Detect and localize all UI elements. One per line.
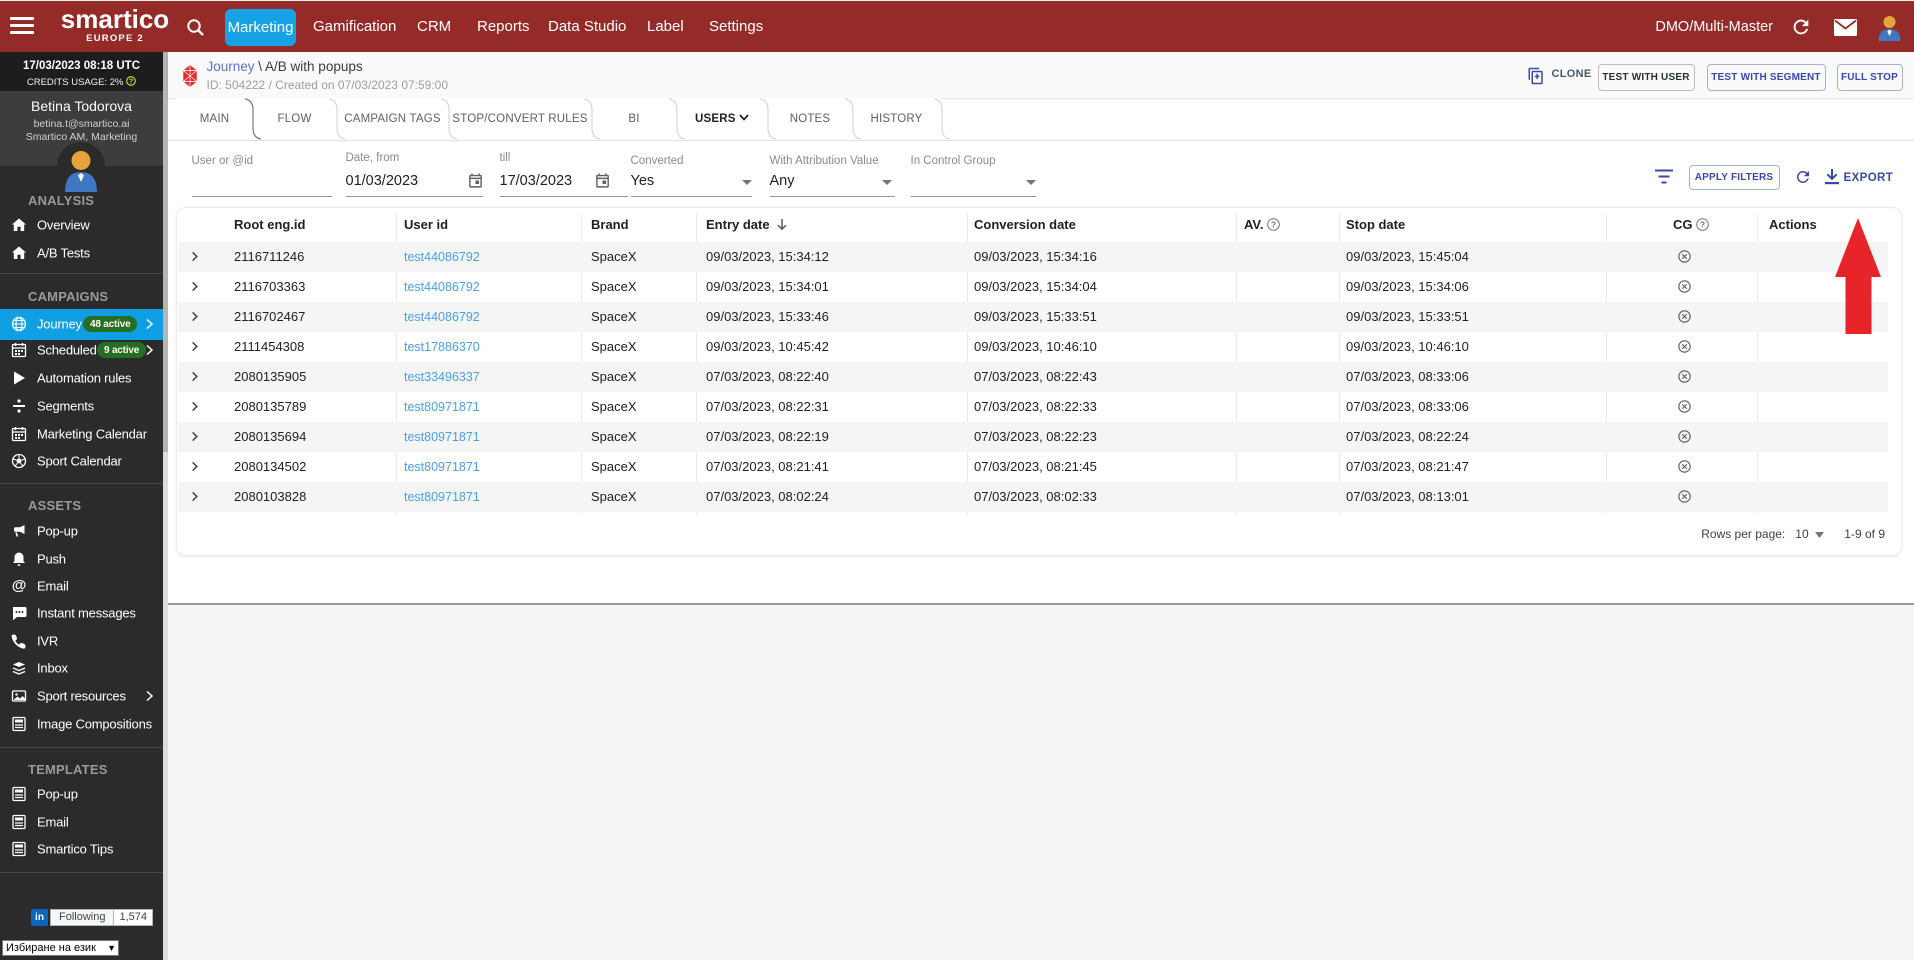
svg-text:?: ?	[1700, 220, 1705, 230]
svg-text:?: ?	[129, 79, 133, 86]
svg-text:?: ?	[1271, 220, 1276, 230]
